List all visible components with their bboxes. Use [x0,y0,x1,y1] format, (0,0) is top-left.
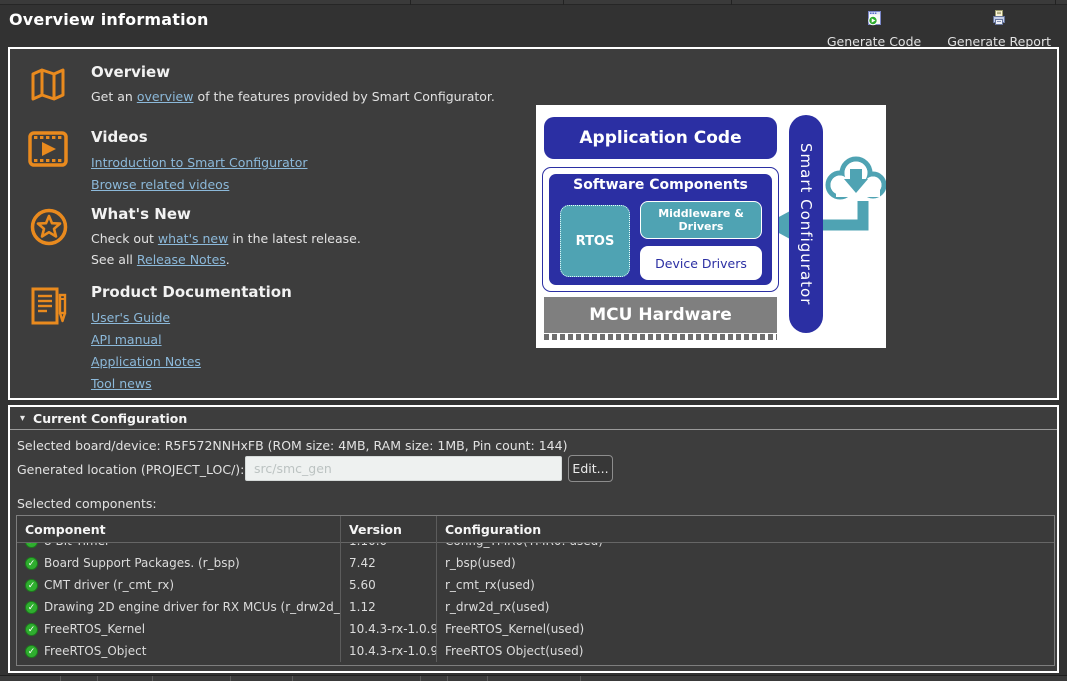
application-notes-link[interactable]: Application Notes [91,351,201,372]
component-name: 8-Bit Timer [44,543,110,548]
component-configuration: r_drw2d_rx(used) [437,596,1054,618]
whats-new-line2: See all Release Notes. [91,249,361,270]
check-icon: ✓ [25,645,38,658]
component-version: 1.12 [341,596,437,618]
component-configuration: r_bsp(used) [437,552,1054,574]
title-bar: Overview information Generate Code [0,5,1067,47]
collapse-caret-icon: ▾ [20,413,25,424]
whats-new-link[interactable]: what's new [158,231,228,246]
components-table: Component Version Configuration ✓ 8-Bit T… [16,515,1055,666]
selected-components-label: Selected components: [17,496,157,511]
document-pencil-icon [27,285,71,333]
video-icon [28,130,68,172]
release-notes-link[interactable]: Release Notes [137,252,226,267]
diagram-rtos: RTOS [560,205,630,277]
api-manual-link[interactable]: API manual [91,329,162,350]
component-configuration: r_cmt_rx(used) [437,574,1054,596]
overview-heading: Overview [91,63,495,81]
browse-videos-link[interactable]: Browse related videos [91,174,229,195]
generate-code-icon [865,9,883,31]
current-configuration-panel: ▾ Current Configuration Selected board/d… [8,405,1059,673]
component-version: 10.4.3-rx-1.0.9 [341,618,437,640]
component-version: 10.4.3-rx-1.0.9 [341,640,437,662]
generated-location-input[interactable] [245,456,562,481]
users-guide-link[interactable]: User's Guide [91,307,170,328]
intro-video-link[interactable]: Introduction to Smart Configurator [91,152,308,173]
component-version: 5.60 [341,574,437,596]
component-configuration: FreeRTOS Object(used) [437,640,1054,662]
page-title: Overview information [9,10,209,29]
diagram-software-components: Software Components [549,177,772,193]
component-name: Board Support Packages. (r_bsp) [44,556,240,570]
component-name: CMT driver (r_cmt_rx) [44,578,174,592]
star-icon [29,207,69,251]
bottom-tab-strip [0,675,1067,681]
check-icon: ✓ [25,579,38,592]
check-icon: ✓ [25,601,38,614]
map-book-icon [28,65,68,109]
overview-text: Get an overview of the features provided… [91,86,495,107]
table-row[interactable]: ✓ Board Support Packages. (r_bsp) 7.42r_bs… [17,552,1054,574]
whats-new-heading: What's New [91,205,361,223]
component-version: 7.42 [341,552,437,574]
component-name: FreeRTOS_Kernel [44,622,145,636]
diagram-middleware: Middleware & Drivers [640,201,762,239]
components-table-body: ✓ 8-Bit Timer 1.10.0Config_TMR0(TMR0: used… [17,543,1054,662]
component-name: FreeRTOS_Object [44,644,146,658]
selected-board-line: Selected board/device: R5F572NNHxFB (ROM… [17,438,567,453]
diagram-mcu-hardware: MCU Hardware [544,297,777,333]
generate-code-button[interactable]: Generate Code [823,7,925,51]
check-icon: ✓ [25,557,38,570]
edit-button[interactable]: Edit... [568,455,613,482]
generate-report-button[interactable]: Generate Report [943,7,1055,51]
column-header-component: Component [17,516,341,543]
overview-panel: Overview Get an overview of the features… [8,47,1059,400]
diagram-smart-configurator: Smart Configurator [789,115,823,333]
check-icon: ✓ [25,543,38,548]
check-icon: ✓ [25,623,38,636]
components-table-header[interactable]: Component Version Configuration [17,516,1054,543]
table-row[interactable]: ✓ FreeRTOS_Object 10.4.3-rx-1.0.9FreeRTOS … [17,640,1054,662]
diagram-mcu-pins [544,334,777,340]
architecture-diagram: Application Code Software Components RTO… [536,105,886,348]
component-name: Drawing 2D engine driver for RX MCUs (r_… [44,600,340,614]
component-configuration: FreeRTOS_Kernel(used) [437,618,1054,640]
diagram-device-drivers: Device Drivers [640,246,762,280]
tool-news-link[interactable]: Tool news [91,373,152,394]
table-row[interactable]: ✓ 8-Bit Timer 1.10.0Config_TMR0(TMR0: used… [17,543,1054,552]
column-header-version: Version [341,516,437,543]
table-row[interactable]: ✓ CMT driver (r_cmt_rx) 5.60r_cmt_rx(used) [17,574,1054,596]
current-configuration-title: Current Configuration [33,411,187,426]
overview-link[interactable]: overview [137,89,194,104]
diagram-components-wrapper: Software Components RTOS Middleware & Dr… [542,167,779,292]
table-row[interactable]: ✓ Drawing 2D engine driver for RX MCUs (r… [17,596,1054,618]
column-header-configuration: Configuration [437,516,1054,543]
videos-heading: Videos [91,128,308,146]
table-row[interactable]: ✓ FreeRTOS_Kernel 10.4.3-rx-1.0.9FreeRTOS_… [17,618,1054,640]
generate-report-icon [990,9,1008,31]
whats-new-line1: Check out what's new in the latest relea… [91,228,361,249]
generated-location-label: Generated location (PROJECT_LOC/): [17,462,244,477]
docs-heading: Product Documentation [91,283,292,301]
current-configuration-header[interactable]: ▾ Current Configuration [10,407,1057,430]
component-version: 1.10.0 [341,543,437,552]
diagram-application-code: Application Code [544,117,777,159]
component-configuration: Config_TMR0(TMR0: used) [437,543,1054,552]
